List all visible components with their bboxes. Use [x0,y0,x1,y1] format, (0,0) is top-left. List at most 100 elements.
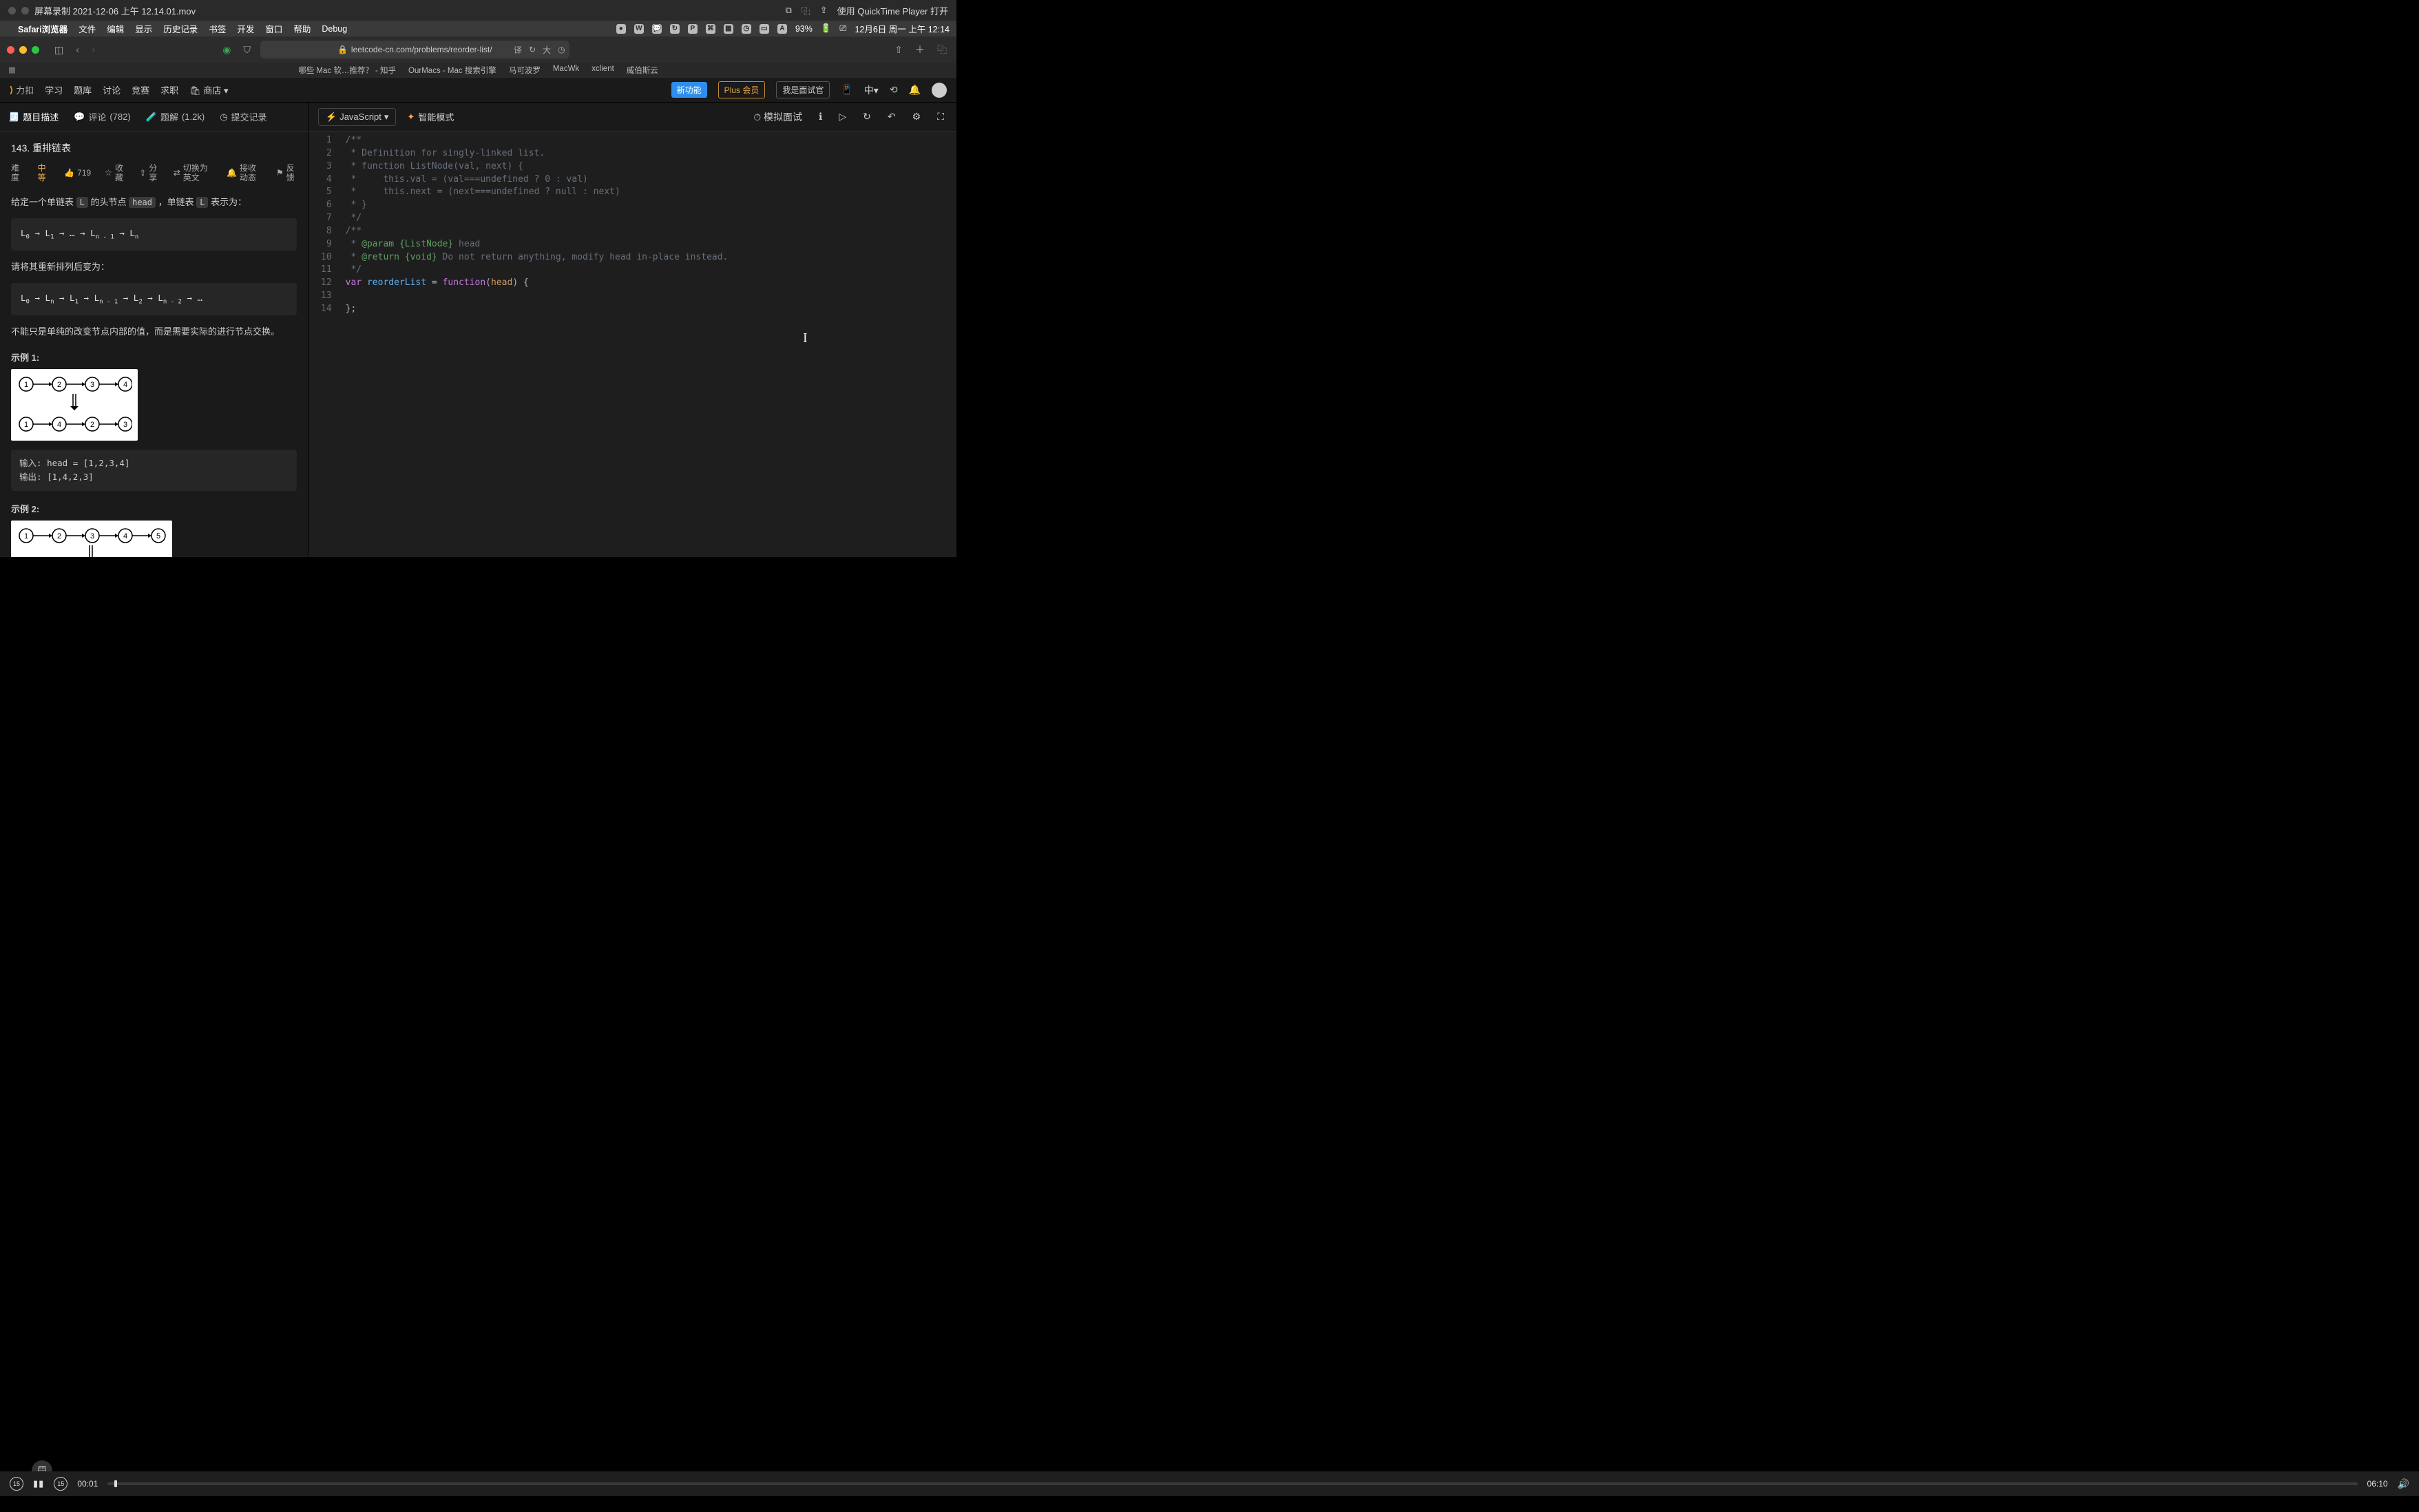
back-button[interactable]: ‹ [73,44,82,56]
mock-interview-button[interactable]: ⏱ 模拟面试 [751,110,805,124]
status-icon-grid[interactable]: ▦ [724,24,733,34]
run-icon[interactable]: ▷ [836,111,849,123]
menu-develop[interactable]: 开发 [237,22,254,35]
menu-debug[interactable]: Debug [322,24,347,34]
updates-button[interactable]: 🔔接收动态 [227,163,262,183]
translate-icon[interactable]: 译 [514,44,522,56]
pip-icon[interactable]: ⧉ [785,5,791,16]
feedback-button[interactable]: ⚑反馈 [276,163,297,183]
volume-icon[interactable]: 🔊 [2398,1478,2409,1490]
mac-menubar: Safari浏览器 文件 编辑 显示 历史记录 书签 开发 窗口 帮助 Debu… [0,21,956,36]
fav-button[interactable]: ☆收藏 [105,163,125,183]
skip-forward-button[interactable]: 15 [54,1477,67,1491]
url-bar[interactable]: 🔒 leetcode-cn.com/problems/reorder-list/… [260,41,569,59]
status-icon-cmd[interactable]: ⌘ [706,24,715,34]
share-icon[interactable]: ⇧ [892,44,905,56]
window-close[interactable] [7,46,14,54]
nav-contest[interactable]: 竞赛 [132,83,149,96]
status-icon-1[interactable]: ● [616,24,626,34]
history-icon[interactable]: ◷ [558,45,565,54]
pause-button[interactable]: ▮▮ [33,1478,44,1489]
share-button[interactable]: ⇪分享 [139,163,160,183]
status-icon-wechat[interactable]: 💬 [652,24,662,34]
seek-thumb[interactable] [114,1480,117,1487]
open-with-button[interactable]: 使用 QuickTime Player 打开 [837,4,948,17]
status-icon-p[interactable]: P [688,24,698,34]
menu-history[interactable]: 历史记录 [163,22,198,35]
bookmarks-grip-icon[interactable]: ▦ [8,65,17,74]
clock[interactable]: 12月6日 周一 上午 12:14 [855,22,950,35]
language-selector[interactable]: ⚡ JavaScript ▾ [318,108,396,126]
tab-solutions[interactable]: 🧪 题解 (1.2k) [146,110,205,123]
history-icon: ◷ [220,112,227,123]
status-icon-w[interactable]: W [634,24,644,34]
reset-icon[interactable]: ↻ [860,111,874,123]
bookmark-3[interactable]: 马可波罗 [509,65,541,76]
forward-button[interactable]: › [89,44,98,56]
lang-switch[interactable]: 中▾ [864,83,879,97]
min-dot[interactable] [21,7,29,14]
bookmark-4[interactable]: MacWk [553,65,579,76]
tabs-icon[interactable]: ⿻ [934,43,950,56]
nav-learn[interactable]: 学习 [45,83,63,96]
share-icon[interactable]: ⇪ [820,5,828,16]
like-button[interactable]: 👍719 [64,168,91,178]
undo-icon[interactable]: ↶ [885,111,899,123]
copy-icon[interactable]: ⿻ [802,4,810,17]
bookmark-1[interactable]: 哪些 Mac 软…推荐？ - 知乎 [298,65,396,76]
menu-edit[interactable]: 编辑 [107,22,124,35]
tab-submissions[interactable]: ◷ 提交记录 [220,110,266,123]
logo-text: 力扣 [16,83,34,96]
menu-help[interactable]: 帮助 [293,22,311,35]
control-center-icon[interactable]: ⎚ [839,23,846,34]
extension-icon[interactable]: ◉ [220,44,233,56]
problem-meta: 难度 中等 👍719 ☆收藏 ⇪分享 ⇄切换为英文 🔔接收动态 ⚑反馈 [11,163,297,183]
reader-icon[interactable]: 大 [543,44,551,56]
status-icon-bar[interactable]: ▭ [760,24,769,34]
skip-back-button[interactable]: 15 [10,1477,23,1491]
status-icon-clock[interactable]: ◷ [742,24,751,34]
interviewer-button[interactable]: 我是面试官 [776,81,830,98]
fullscreen-icon[interactable]: ⛶ [934,111,947,123]
menu-bookmarks[interactable]: 书签 [209,22,226,35]
nav-jobs[interactable]: 求职 [160,83,178,96]
leetcode-logo[interactable]: ⟩ 力扣 [10,83,34,96]
playground-icon[interactable]: ⟲ [890,84,898,96]
app-name[interactable]: Safari浏览器 [18,22,67,35]
nav-problems[interactable]: 题库 [74,83,92,96]
problem-body[interactable]: 143. 重排链表 难度 中等 👍719 ☆收藏 ⇪分享 ⇄切换为英文 🔔接收动… [0,132,308,557]
info-icon[interactable]: ℹ [816,111,825,123]
bell-icon[interactable]: 🔔 [909,84,921,96]
likes-count: 719 [77,168,91,178]
window-minimize[interactable] [19,46,27,54]
new-tab-icon[interactable]: ＋ [912,43,928,56]
example-2-label: 示例 2: [11,502,297,515]
lang-switch-en[interactable]: ⇄切换为英文 [174,163,213,183]
window-zoom[interactable] [32,46,39,54]
menu-file[interactable]: 文件 [78,22,96,35]
avatar[interactable] [932,83,947,98]
status-icon-a[interactable]: A [777,24,787,34]
plus-badge[interactable]: Plus 会员 [718,81,766,98]
tab-comments[interactable]: 💬 评论 (782) [74,110,131,123]
new-feature-badge[interactable]: 新功能 [671,82,707,98]
menu-window[interactable]: 窗口 [265,22,282,35]
chevron-down-icon: ▾ [224,85,229,96]
menu-view[interactable]: 显示 [135,22,152,35]
seek-track[interactable] [107,1482,2357,1485]
smart-mode[interactable]: ✦ 智能模式 [407,110,454,123]
phone-icon[interactable]: 📱 [841,84,852,96]
reload-icon[interactable]: ↻ [529,45,536,54]
tab-description[interactable]: 🧾 题目描述 [8,110,59,123]
bookmark-5[interactable]: xclient [591,65,614,76]
nav-store[interactable]: 🛍 商店 ▾ [189,83,228,96]
nav-discuss[interactable]: 讨论 [103,83,121,96]
sidebar-toggle-icon[interactable]: ◫ [52,44,66,56]
bookmark-6[interactable]: 威伯斯云 [627,65,658,76]
privacy-icon[interactable]: ⛉ [240,44,253,56]
code-editor[interactable]: 1234567891011121314 /** * Definition for… [308,132,956,557]
close-dot[interactable] [8,7,16,14]
status-icon-sync[interactable]: ↻ [670,24,680,34]
bookmark-2[interactable]: OurMacs - Mac 搜索引擎 [408,65,496,76]
settings-icon[interactable]: ⚙ [910,111,924,123]
